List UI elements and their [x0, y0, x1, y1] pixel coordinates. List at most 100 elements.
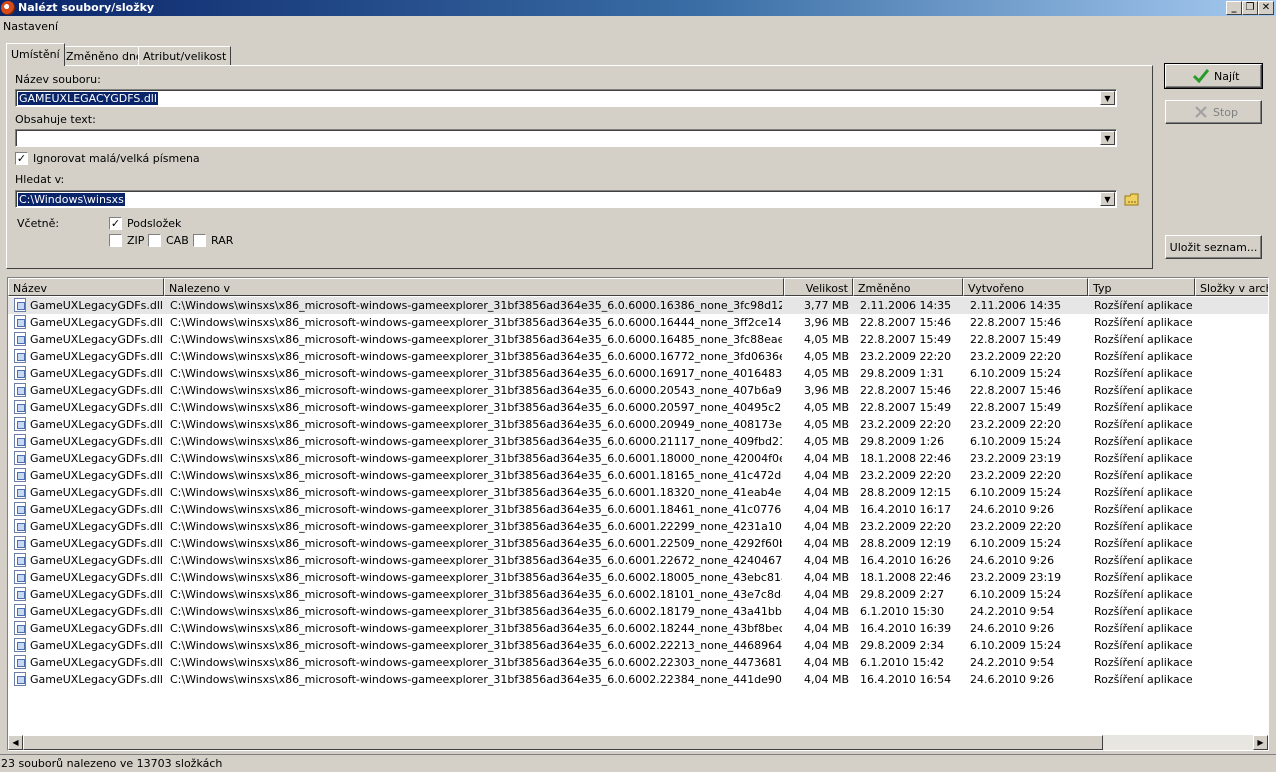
scroll-left-icon[interactable]: ◀	[8, 735, 23, 750]
table-row[interactable]: GameUXLegacyGDFs.dll C:\Windows\winsxs\x8…	[8, 416, 1268, 433]
file-type: Rozšíření aplikace	[1094, 537, 1193, 550]
file-created: 22.8.2007 15:49	[970, 401, 1062, 414]
table-row[interactable]: GameUXLegacyGDFs.dll C:\Windows\winsxs\x8…	[8, 331, 1268, 348]
window-title: Nalézt soubory/složky	[18, 1, 155, 14]
table-row[interactable]: GameUXLegacyGDFs.dll C:\Windows\winsxs\x8…	[8, 586, 1268, 603]
file-created: 6.10.2009 15:24	[970, 537, 1062, 550]
file-created: 2.11.2006 14:35	[970, 299, 1062, 312]
table-row[interactable]: GameUXLegacyGDFs.dll C:\Windows\winsxs\x8…	[8, 569, 1268, 586]
file-name: GameUXLegacyGDFs.dll	[30, 622, 162, 635]
menu-bar: Nastavení	[0, 18, 1276, 36]
column-found-in[interactable]: Nalezeno v	[164, 278, 784, 296]
find-button[interactable]: Najít	[1164, 63, 1263, 89]
table-row[interactable]: GameUXLegacyGDFs.dll C:\Windows\winsxs\x8…	[8, 552, 1268, 569]
file-location: C:\Windows\winsxs\x86_microsoft-windows-…	[170, 571, 782, 584]
tab-location[interactable]: Umístění	[6, 43, 65, 66]
table-row[interactable]: GameUXLegacyGDFs.dll C:\Windows\winsxs\x8…	[8, 314, 1268, 331]
browse-folder-icon[interactable]	[1124, 193, 1140, 206]
column-archive-folders[interactable]: Složky v archi	[1195, 278, 1268, 296]
tab-attribute-size[interactable]: Atribut/velikost	[138, 46, 232, 65]
table-row[interactable]: GameUXLegacyGDFs.dll C:\Windows\winsxs\x8…	[8, 518, 1268, 535]
title-bar: Nalézt soubory/složky _ ❐ ✕	[0, 0, 1276, 16]
column-created[interactable]: Vytvořeno	[963, 278, 1088, 296]
file-size: 4,04 MB	[803, 622, 849, 635]
file-created: 6.10.2009 15:24	[970, 588, 1062, 601]
table-row[interactable]: GameUXLegacyGDFs.dll C:\Windows\winsxs\x8…	[8, 535, 1268, 552]
table-row[interactable]: GameUXLegacyGDFs.dll C:\Windows\winsxs\x8…	[8, 433, 1268, 450]
file-name: GameUXLegacyGDFs.dll	[30, 333, 162, 346]
dll-file-icon	[14, 672, 26, 686]
table-row[interactable]: GameUXLegacyGDFs.dll C:\Windows\winsxs\x8…	[8, 671, 1268, 688]
column-type[interactable]: Typ	[1088, 278, 1195, 296]
file-name: GameUXLegacyGDFs.dll	[30, 673, 162, 686]
filename-combo[interactable]: GAMEUXLEGACYGDFS.dll ▼	[15, 89, 1117, 107]
file-created: 6.10.2009 15:24	[970, 639, 1062, 652]
menu-settings[interactable]: Nastavení	[3, 20, 58, 33]
table-row[interactable]: GameUXLegacyGDFs.dll C:\Windows\winsxs\x8…	[8, 297, 1268, 314]
contains-text-combo[interactable]: ▼	[15, 129, 1117, 147]
minimize-button[interactable]: _	[1226, 1, 1242, 15]
zip-checkbox[interactable]	[109, 234, 122, 247]
filename-value: GAMEUXLEGACYGDFS.dll	[18, 92, 158, 105]
subfolders-checkbox[interactable]: ✓	[109, 217, 122, 230]
file-type: Rozšíření aplikace	[1094, 299, 1193, 312]
table-row[interactable]: GameUXLegacyGDFs.dll C:\Windows\winsxs\x8…	[8, 399, 1268, 416]
file-location: C:\Windows\winsxs\x86_microsoft-windows-…	[170, 469, 782, 482]
table-row[interactable]: GameUXLegacyGDFs.dll C:\Windows\winsxs\x8…	[8, 382, 1268, 399]
table-row[interactable]: GameUXLegacyGDFs.dll C:\Windows\winsxs\x8…	[8, 450, 1268, 467]
file-modified: 16.4.2010 16:17	[860, 503, 952, 516]
cab-checkbox[interactable]	[148, 234, 161, 247]
file-type: Rozšíření aplikace	[1094, 639, 1193, 652]
search-in-combo[interactable]: C:\Windows\winsxs ▼	[15, 190, 1117, 208]
column-name[interactable]: Název	[8, 278, 164, 296]
table-row[interactable]: GameUXLegacyGDFs.dll C:\Windows\winsxs\x8…	[8, 620, 1268, 637]
file-size: 4,04 MB	[803, 588, 849, 601]
file-modified: 22.8.2007 15:46	[860, 384, 952, 397]
table-row[interactable]: GameUXLegacyGDFs.dll C:\Windows\winsxs\x8…	[8, 501, 1268, 518]
file-type: Rozšíření aplikace	[1094, 588, 1193, 601]
scrollbar-thumb[interactable]	[23, 735, 1103, 750]
table-row[interactable]: GameUXLegacyGDFs.dll C:\Windows\winsxs\x8…	[8, 654, 1268, 671]
file-location: C:\Windows\winsxs\x86_microsoft-windows-…	[170, 435, 782, 448]
file-type: Rozšíření aplikace	[1094, 367, 1193, 380]
table-row[interactable]: GameUXLegacyGDFs.dll C:\Windows\winsxs\x8…	[8, 467, 1268, 484]
chevron-down-icon[interactable]: ▼	[1100, 131, 1115, 145]
file-location: C:\Windows\winsxs\x86_microsoft-windows-…	[170, 605, 782, 618]
list-header: Název Nalezeno v Velikost Změněno Vytvoř…	[8, 278, 1268, 296]
column-modified[interactable]: Změněno	[853, 278, 963, 296]
file-size: 4,04 MB	[803, 656, 849, 669]
chevron-down-icon[interactable]: ▼	[1100, 91, 1115, 105]
file-name: GameUXLegacyGDFs.dll	[30, 384, 162, 397]
file-size: 4,04 MB	[803, 469, 849, 482]
file-name: GameUXLegacyGDFs.dll	[30, 299, 162, 312]
close-button[interactable]: ✕	[1258, 1, 1274, 15]
file-size: 4,04 MB	[803, 537, 849, 550]
table-row[interactable]: GameUXLegacyGDFs.dll C:\Windows\winsxs\x8…	[8, 348, 1268, 365]
dll-file-icon	[14, 604, 26, 618]
dll-file-icon	[14, 570, 26, 584]
dll-file-icon	[14, 298, 26, 312]
table-row[interactable]: GameUXLegacyGDFs.dll C:\Windows\winsxs\x8…	[8, 365, 1268, 382]
save-list-button[interactable]: Uložit seznam...	[1165, 235, 1262, 259]
table-row[interactable]: GameUXLegacyGDFs.dll C:\Windows\winsxs\x8…	[8, 603, 1268, 620]
file-name: GameUXLegacyGDFs.dll	[30, 503, 162, 516]
ignore-case-checkbox[interactable]: ✓	[15, 152, 28, 165]
restore-button[interactable]: ❐	[1242, 1, 1258, 15]
rar-checkbox[interactable]	[193, 234, 206, 247]
file-modified: 23.2.2009 22:20	[860, 418, 952, 431]
file-type: Rozšíření aplikace	[1094, 486, 1193, 499]
table-row[interactable]: GameUXLegacyGDFs.dll C:\Windows\winsxs\x8…	[8, 637, 1268, 654]
table-row[interactable]: GameUXLegacyGDFs.dll C:\Windows\winsxs\x8…	[8, 484, 1268, 501]
file-location: C:\Windows\winsxs\x86_microsoft-windows-…	[170, 418, 782, 431]
horizontal-scrollbar[interactable]: ◀ ▶	[8, 735, 1268, 750]
file-name: GameUXLegacyGDFs.dll	[30, 418, 162, 431]
stop-button[interactable]: Stop	[1165, 100, 1262, 124]
dll-file-icon	[14, 383, 26, 397]
tab-modified-date[interactable]: Změněno dne	[61, 46, 148, 65]
file-modified: 29.8.2009 1:26	[860, 435, 945, 448]
file-size: 4,05 MB	[803, 333, 849, 346]
column-size[interactable]: Velikost	[784, 278, 853, 296]
scroll-right-icon[interactable]: ▶	[1253, 735, 1268, 750]
chevron-down-icon[interactable]: ▼	[1100, 192, 1115, 206]
results-list[interactable]: Název Nalezeno v Velikost Změněno Vytvoř…	[7, 277, 1269, 751]
